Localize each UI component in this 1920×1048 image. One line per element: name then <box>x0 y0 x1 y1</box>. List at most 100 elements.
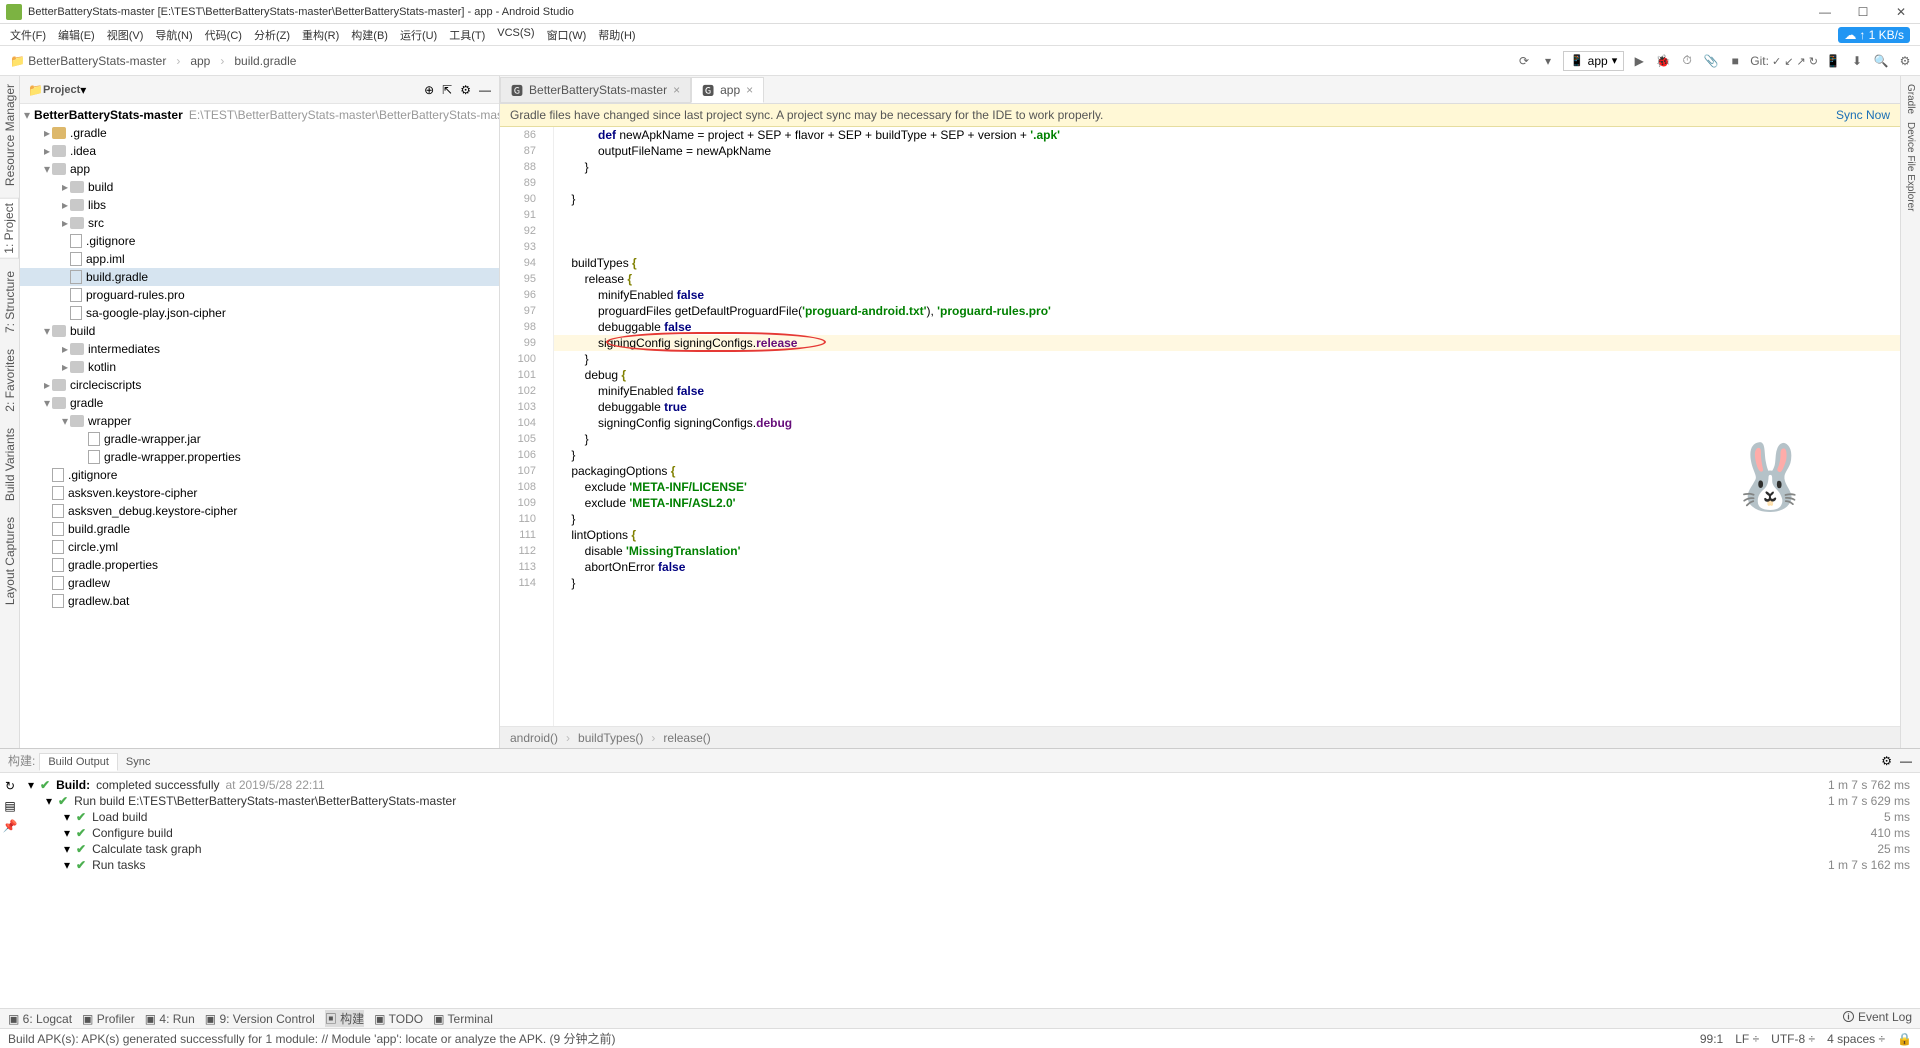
tree-item[interactable]: .gitignore <box>20 232 499 250</box>
tool-window-button[interactable]: ▣ 9: Version Control <box>205 1010 315 1027</box>
gear-icon[interactable]: ⚙ <box>460 83 471 97</box>
code-content[interactable]: def newApkName = project + SEP + flavor … <box>554 127 1900 726</box>
tool-window-button[interactable]: ▣ 6: Logcat <box>8 1010 72 1027</box>
menu-item[interactable]: 分析(Z) <box>248 25 296 45</box>
sdk-icon[interactable]: ⬇ <box>1848 52 1866 70</box>
build-output-tree[interactable]: ▾✔Build: completed successfully at 2019/… <box>20 773 1800 1008</box>
tree-item[interactable]: ▾gradle <box>20 394 499 412</box>
tree-item[interactable]: gradle-wrapper.properties <box>20 448 499 466</box>
tree-item[interactable]: proguard-rules.pro <box>20 286 499 304</box>
tab-close-icon[interactable]: × <box>673 83 680 97</box>
tree-item[interactable]: build.gradle <box>20 520 499 538</box>
build-tab[interactable]: Build Output <box>39 753 118 771</box>
status-widget[interactable]: UTF-8 ÷ <box>1771 1032 1815 1046</box>
build-row[interactable]: ▾✔Run build E:\TEST\BetterBatteryStats-m… <box>28 793 1792 809</box>
event-log-button[interactable]: 🛈 Event Log <box>1842 1008 1912 1029</box>
settings-icon[interactable]: ⚙ <box>1896 52 1914 70</box>
tool-window-button[interactable]: ▣ Profiler <box>82 1010 135 1027</box>
struct-crumb[interactable]: buildTypes() <box>578 731 643 745</box>
tree-item[interactable]: ▸kotlin <box>20 358 499 376</box>
run-config-selector[interactable]: 📱 app ▾ <box>1563 51 1624 71</box>
status-widget[interactable]: 4 spaces ÷ <box>1827 1032 1885 1046</box>
menu-item[interactable]: 运行(U) <box>394 25 443 45</box>
attach-icon[interactable]: 📎 <box>1702 52 1720 70</box>
breadcrumb-item[interactable]: build.gradle <box>230 52 300 70</box>
lock-icon[interactable]: 🔒 <box>1897 1032 1912 1046</box>
menu-item[interactable]: VCS(S) <box>491 25 540 45</box>
tree-item[interactable]: ▾app <box>20 160 499 178</box>
status-widget[interactable]: 99:1 <box>1700 1032 1723 1046</box>
tree-item[interactable]: ▸build <box>20 178 499 196</box>
menu-item[interactable]: 重构(R) <box>296 25 345 45</box>
status-widget[interactable]: LF ÷ <box>1735 1032 1759 1046</box>
sync-icon[interactable]: ⟳ <box>1515 52 1533 70</box>
tree-item[interactable]: gradle-wrapper.jar <box>20 430 499 448</box>
sync-now-link[interactable]: Sync Now <box>1836 108 1890 122</box>
target-icon[interactable]: ⊕ <box>424 83 434 97</box>
left-tool-tab[interactable]: 2: Favorites <box>1 345 19 416</box>
build-row[interactable]: ▾✔Calculate task graph <box>28 841 1792 857</box>
editor-tab[interactable]: 🅶app× <box>691 77 764 103</box>
left-tool-tab[interactable]: Resource Manager <box>1 80 19 190</box>
project-mode-label[interactable]: Project <box>43 84 80 96</box>
tree-item[interactable]: ▸src <box>20 214 499 232</box>
collapse-icon[interactable]: ⇱ <box>442 83 452 97</box>
profile-icon[interactable]: ⏱ <box>1678 52 1696 70</box>
structure-breadcrumb[interactable]: android()›buildTypes()›release() <box>500 726 1900 748</box>
tool-window-button[interactable]: ▣ TODO <box>374 1010 423 1027</box>
breadcrumb-item[interactable]: app <box>186 52 214 70</box>
right-tool-tab[interactable]: Device File Explorer <box>1903 118 1918 215</box>
tree-item[interactable]: gradle.properties <box>20 556 499 574</box>
tree-item[interactable]: ▸.idea <box>20 142 499 160</box>
search-icon[interactable]: 🔍 <box>1872 52 1890 70</box>
maximize-button[interactable]: ☐ <box>1850 2 1876 22</box>
tool-window-button[interactable]: ▣ 构建 <box>325 1010 364 1027</box>
debug-icon[interactable]: 🐞 <box>1654 52 1672 70</box>
menu-item[interactable]: 导航(N) <box>149 25 198 45</box>
tree-item[interactable]: ▸circleciscripts <box>20 376 499 394</box>
tool-window-button[interactable]: ▣ Terminal <box>433 1010 493 1027</box>
menu-item[interactable]: 代码(C) <box>199 25 248 45</box>
breadcrumb[interactable]: 📁 BetterBatteryStats-master›app›build.gr… <box>6 52 300 70</box>
hide-icon[interactable]: — <box>479 83 491 97</box>
run-icon[interactable]: ▶ <box>1630 52 1648 70</box>
breadcrumb-item[interactable]: 📁 BetterBatteryStats-master <box>6 52 170 70</box>
tree-item[interactable]: sa-google-play.json-cipher <box>20 304 499 322</box>
right-tool-tab[interactable]: Gradle <box>1903 80 1918 118</box>
build-row[interactable]: ▾✔Load build <box>28 809 1792 825</box>
tree-root[interactable]: ▾ BetterBatteryStats-master E:\TEST\Bett… <box>20 106 499 124</box>
minimize-button[interactable]: — <box>1812 2 1838 22</box>
tool-window-button[interactable]: ▣ 4: Run <box>145 1010 195 1027</box>
pin-icon[interactable]: 📌 <box>3 819 18 833</box>
left-tool-tab[interactable]: Layout Captures <box>1 513 19 609</box>
left-tool-tab[interactable]: Build Variants <box>1 424 19 505</box>
stop-icon[interactable]: ■ <box>1726 52 1744 70</box>
tree-item[interactable]: ▸libs <box>20 196 499 214</box>
build-tab[interactable]: Sync <box>118 754 158 770</box>
code-editor[interactable]: 8687888990919293949596979899100101102103… <box>500 127 1900 726</box>
build-settings-icon[interactable]: ⚙ <box>1881 754 1892 768</box>
tree-item[interactable]: circle.yml <box>20 538 499 556</box>
menu-item[interactable]: 构建(B) <box>345 25 394 45</box>
expand-icon[interactable]: ▤ <box>4 799 15 813</box>
project-tree[interactable]: ▾ BetterBatteryStats-master E:\TEST\Bett… <box>20 104 499 748</box>
build-row[interactable]: ▾✔Build: completed successfully at 2019/… <box>28 777 1792 793</box>
rerun-icon[interactable]: ↻ <box>5 779 15 793</box>
tree-item[interactable]: ▾wrapper <box>20 412 499 430</box>
menu-item[interactable]: 文件(F) <box>4 25 52 45</box>
tree-item[interactable]: app.iml <box>20 250 499 268</box>
tree-item[interactable]: gradlew <box>20 574 499 592</box>
menu-item[interactable]: 工具(T) <box>443 25 491 45</box>
left-tool-tab[interactable]: 7: Structure <box>1 267 19 337</box>
menu-item[interactable]: 帮助(H) <box>592 25 641 45</box>
close-button[interactable]: ✕ <box>1888 2 1914 22</box>
tab-close-icon[interactable]: × <box>746 83 753 97</box>
avd-icon[interactable]: 📱 <box>1824 52 1842 70</box>
tree-item[interactable]: .gitignore <box>20 466 499 484</box>
build-row[interactable]: ▾✔Configure build <box>28 825 1792 841</box>
build-hide-icon[interactable]: — <box>1900 754 1912 768</box>
menu-item[interactable]: 视图(V) <box>101 25 150 45</box>
left-tool-tab[interactable]: 1: Project <box>0 198 19 259</box>
make-icon[interactable]: ▾ <box>1539 52 1557 70</box>
tree-item[interactable]: gradlew.bat <box>20 592 499 610</box>
